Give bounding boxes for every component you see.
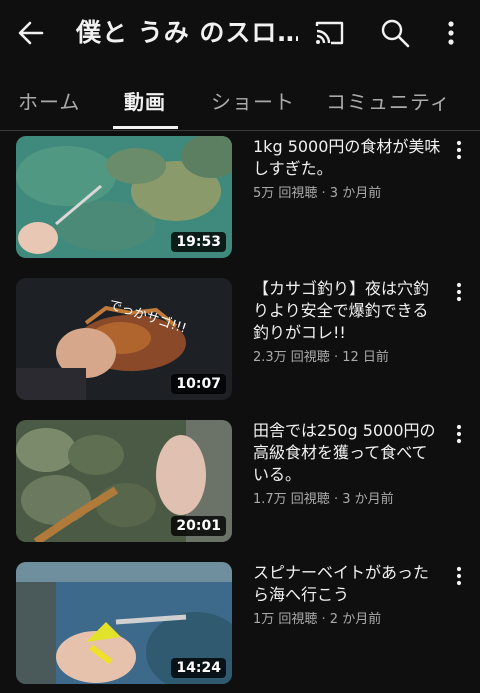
video-meta: 5万 回視聴 · 3 か月前 xyxy=(253,186,382,201)
video-meta: 2.3万 回視聴 · 12 日前 xyxy=(253,350,389,365)
video-thumbnail[interactable]: 14:24 xyxy=(16,562,232,684)
top-app-bar: 僕と うみ のスロ… xyxy=(0,0,480,66)
channel-tabs: ホーム 動画 ショート コミュニティ xyxy=(0,74,480,131)
cast-icon[interactable] xyxy=(312,16,346,50)
video-thumbnail[interactable]: 19:53 xyxy=(16,136,232,258)
video-more-icon[interactable] xyxy=(448,280,470,304)
video-duration: 10:07 xyxy=(171,374,226,394)
video-duration: 19:53 xyxy=(171,232,226,252)
video-duration: 14:24 xyxy=(171,658,226,678)
video-item[interactable]: 19:53 1kg 5000円の食材が美味しすぎた。 5万 回視聴 · 3 か月… xyxy=(0,136,480,261)
video-title[interactable]: 田舎では250g 5000円の高級食材を獲って食べている。 xyxy=(253,420,441,486)
back-arrow-icon[interactable] xyxy=(14,16,48,50)
video-duration: 20:01 xyxy=(171,516,226,536)
video-item[interactable]: でっかサゴ!!! 10:07 【カサゴ釣り】夜は穴釣りより安全で爆釣できる釣りが… xyxy=(0,278,480,403)
video-item[interactable]: 20:01 田舎では250g 5000円の高級食材を獲って食べている。 1.7万… xyxy=(0,420,480,545)
tab-shorts[interactable]: ショート xyxy=(211,86,295,115)
channel-title: 僕と うみ のスロ… xyxy=(76,18,298,47)
more-vert-icon[interactable] xyxy=(436,16,466,50)
tab-home[interactable]: ホーム xyxy=(18,86,80,115)
search-icon[interactable] xyxy=(378,16,412,50)
video-item[interactable]: 14:24 スピナーベイトがあったら海へ行こう 1万 回視聴 · 2 か月前 xyxy=(0,562,480,687)
tab-videos[interactable]: 動画 xyxy=(124,86,166,115)
video-title[interactable]: 1kg 5000円の食材が美味しすぎた。 xyxy=(253,136,441,180)
video-more-icon[interactable] xyxy=(448,564,470,588)
video-meta: 1万 回視聴 · 2 か月前 xyxy=(253,612,382,627)
video-thumbnail[interactable]: でっかサゴ!!! 10:07 xyxy=(16,278,232,400)
video-title[interactable]: 【カサゴ釣り】夜は穴釣りより安全で爆釣できる釣りがコレ!! xyxy=(253,278,441,344)
video-more-icon[interactable] xyxy=(448,138,470,162)
video-more-icon[interactable] xyxy=(448,422,470,446)
video-title[interactable]: スピナーベイトがあったら海へ行こう xyxy=(253,562,441,606)
tab-community[interactable]: コミュニティ xyxy=(326,86,451,115)
active-tab-indicator xyxy=(113,126,178,129)
video-thumbnail[interactable]: 20:01 xyxy=(16,420,232,542)
video-meta: 1.7万 回視聴 · 3 か月前 xyxy=(253,492,394,507)
